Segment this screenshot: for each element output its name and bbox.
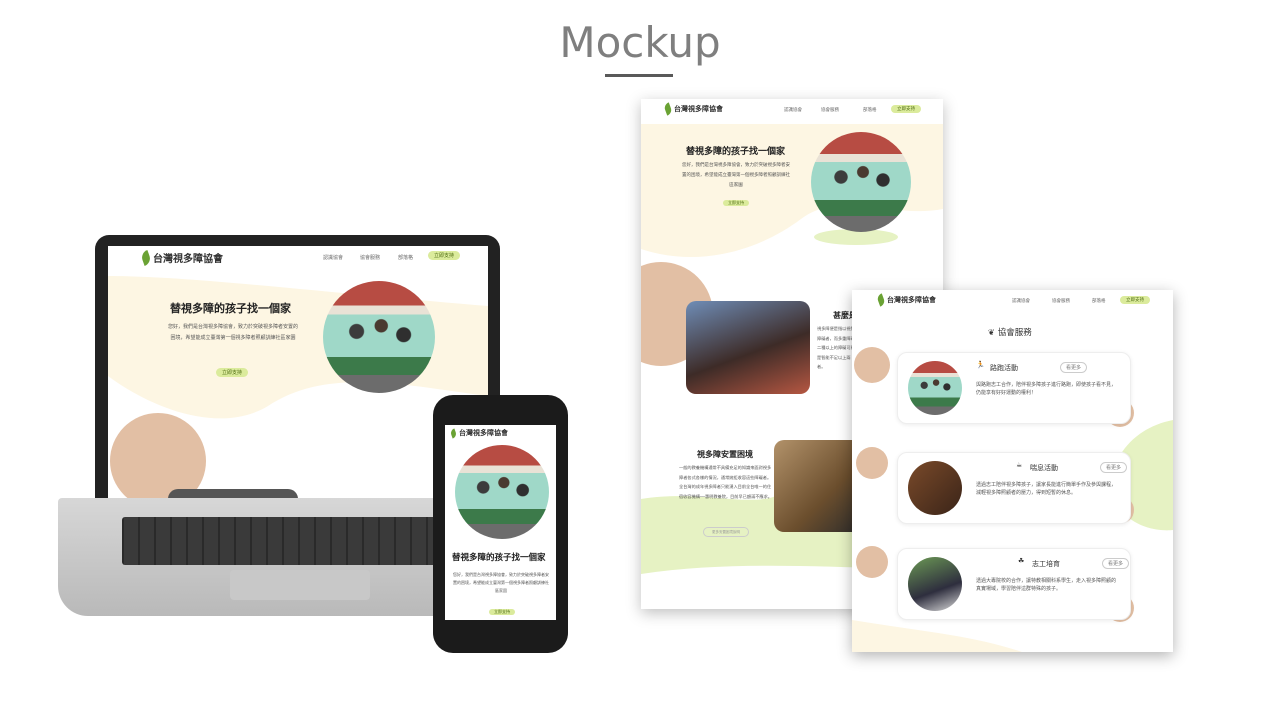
hero-cta-button[interactable]: 立即支持: [723, 200, 749, 206]
laptop-background-shapes: [108, 276, 488, 498]
service-desc: 透過志工陪伴視多障孩子，讓家長能進行簡單手作及參與課程，減輕視多障照顧者的壓力，…: [976, 482, 1117, 496]
logo-title: 台灣視多障協會: [674, 104, 723, 113]
phone-screen: 台灣視多障協會 替視多障的孩子找一個家 您好，我們是台灣視多障協會，致力於突破視…: [445, 425, 556, 620]
rest-icon: ☕: [1016, 461, 1023, 469]
leaf-icon: [663, 102, 673, 116]
service-card-volunteer[interactable]: ☘ 志工培育 看更多 透過大專院校的合作，讓特教相關科系學生，走入視多障照顧的真…: [897, 548, 1131, 620]
laptop-screen: 台灣視多障協會 認識協會 協會服務 部落格 立即支持 替視多障的孩子找一個家 您…: [108, 246, 488, 498]
nav-support-button[interactable]: 立即支持: [891, 105, 921, 113]
service-title: 志工培育: [1032, 560, 1060, 568]
about-photo: [686, 301, 810, 394]
service-card-running[interactable]: 🏃 路跑活動 看更多 與路跑志工合作，陪伴視多障孩子進行路跑，即使孩子看不見，仍…: [897, 352, 1131, 424]
page1-logo[interactable]: 台灣視多障協會: [663, 102, 723, 116]
service-more-button[interactable]: 看更多: [1060, 362, 1088, 373]
hero-photo: [455, 445, 549, 539]
placement-more-button[interactable]: 更多安置困境說明: [703, 527, 749, 537]
logo-title: 台灣視多障協會: [887, 295, 936, 304]
nav-services[interactable]: 協會服務: [360, 254, 380, 261]
service-photo: [908, 557, 962, 611]
hero-text: 您好，我們是台灣視多障協會，致力於突破視多障者安置的困境，希望能成立臺灣第一個視…: [453, 572, 549, 593]
about-text: 視多障便是指以視覺障礙者，而多重障礙二種以上的障礙可能是智能不足以上兩者。: [817, 326, 855, 369]
nav-services[interactable]: 協會服務: [1052, 298, 1070, 304]
nav-about[interactable]: 認識協會: [784, 107, 802, 113]
laptop-logo[interactable]: 台灣視多障協會: [139, 249, 223, 266]
service-desc: 與路跑志工合作，陪伴視多障孩子進行路跑，即使孩子看不見，仍能享有好好運動的權利！: [976, 382, 1117, 396]
service-title: 路跑活動: [990, 364, 1018, 372]
hero-title: 替視多障的孩子找一個家: [452, 553, 546, 563]
volunteer-icon: ☘: [1018, 557, 1025, 565]
service-photo: [908, 361, 962, 415]
handshake-icon: ❦: [988, 327, 995, 337]
hero-title: 替視多障的孩子找一個家: [170, 302, 291, 315]
hero-photo: [323, 281, 435, 393]
hero-photo: [811, 132, 911, 232]
nav-blog[interactable]: 部落格: [863, 107, 877, 113]
service-more-button[interactable]: 看更多: [1100, 462, 1128, 473]
service-more-button[interactable]: 看更多: [1102, 558, 1130, 569]
laptop-trackpad: [230, 570, 370, 600]
placement-photo: [774, 440, 864, 532]
nav-support-button[interactable]: 立即支持: [428, 251, 461, 260]
phone-logo[interactable]: 台灣視多障協會: [449, 427, 508, 439]
slide-title: Mockup: [559, 18, 721, 67]
nav-blog[interactable]: 部落格: [398, 254, 413, 261]
laptop-next-section-photo: [168, 489, 298, 498]
logo-title: 台灣視多障協會: [459, 428, 508, 437]
hero-cta-button[interactable]: 立即支持: [489, 609, 515, 615]
title-underline: [605, 74, 673, 77]
logo-title: 台灣視多障協會: [153, 254, 223, 265]
page2-logo[interactable]: 台灣視多障協會: [876, 293, 936, 307]
nav-services[interactable]: 協會服務: [821, 107, 839, 113]
leaf-icon: [876, 293, 886, 307]
nav-about[interactable]: 認識協會: [323, 254, 343, 261]
service-desc: 透過大專院校的合作，讓特教相關科系學生，走入視多障照顧的真實場域，學習陪伴這群特…: [976, 578, 1117, 592]
laptop-navbar: 台灣視多障協會 認識協會 協會服務 部落格 立即支持: [108, 246, 488, 268]
service-photo: [908, 461, 962, 515]
service-card-rest[interactable]: ☕ 喘息活動 看更多 透過志工陪伴視多障孩子，讓家長能進行簡單手作及參與課程，減…: [897, 452, 1131, 524]
leaf-icon: [449, 427, 458, 439]
desktop-page-services: 台灣視多障協會 認識協會 協會服務 部落格 立即支持 ❦ 協會服務 🏃 路跑活動…: [852, 290, 1173, 652]
placement-text: 一般的教養機構通常不具備充足的知識來面對視多障者各式各樣的情況，通常婉拒收容這些…: [679, 465, 772, 499]
placement-title: 視多障安置困境: [697, 449, 753, 459]
hero-cta-button[interactable]: 立即支持: [216, 368, 248, 377]
leaf-icon: [139, 249, 153, 266]
running-icon: 🏃: [976, 361, 985, 369]
hero-title: 替視多障的孩子找一個家: [686, 147, 786, 157]
nav-support-button[interactable]: 立即支持: [1120, 296, 1150, 304]
hero-text: 您好，我們是台灣視多障協會，致力於突破視多障者安置的困境，希望能成立臺灣第一個視…: [168, 324, 299, 341]
services-heading: ❦ 協會服務: [988, 326, 1032, 339]
services-heading-text: 協會服務: [997, 328, 1032, 338]
nav-blog[interactable]: 部落格: [1092, 298, 1106, 304]
nav-about[interactable]: 認識協會: [1012, 298, 1030, 304]
service-title: 喘息活動: [1030, 464, 1058, 472]
hero-text: 您好，我們是台灣視多障協會，致力於突破視多障者安置的困境，希望能成立臺灣第一個視…: [682, 163, 790, 188]
